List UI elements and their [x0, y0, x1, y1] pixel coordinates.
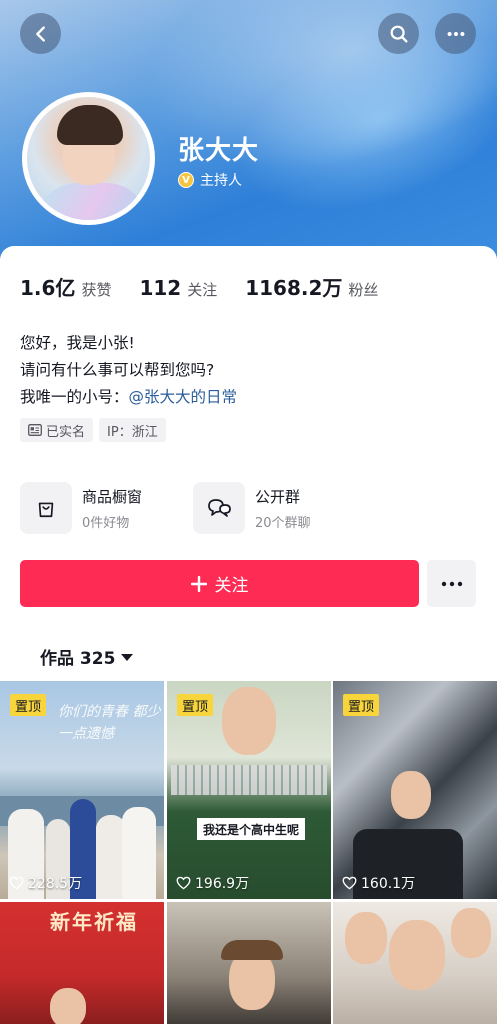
video-tile[interactable]: 置顶 160.1万: [333, 681, 497, 899]
likes-count: 196.9万: [195, 876, 250, 892]
shop-window-entry[interactable]: 商品橱窗 0件好物: [20, 482, 142, 534]
more-horizontal-icon: [441, 581, 462, 586]
back-button[interactable]: [20, 13, 61, 54]
bio-line: 请问有什么事可以帮到您吗?: [20, 361, 215, 379]
following-count[interactable]: 112: [139, 276, 181, 300]
verified-badge-icon: V: [178, 172, 194, 188]
ip-location-tag: IP：浙江: [99, 418, 166, 442]
profile-tags: 已实名 IP：浙江: [20, 418, 166, 442]
id-card-icon: [28, 424, 42, 436]
bio-prefix: 我唯一的小号：: [20, 388, 129, 406]
video-overlay-text: 新年祈福: [50, 910, 138, 934]
chat-bubbles-icon: [208, 499, 231, 517]
likes-count: 160.1万: [361, 876, 416, 892]
heart-icon: [9, 876, 24, 890]
shortcut-subtitle: 0件好物: [82, 515, 130, 531]
followers-count[interactable]: 1168.2万: [245, 272, 342, 301]
profile-bio: 您好，我是小张! 请问有什么事可以帮到您吗? 我唯一的小号：@张大大的日常: [20, 330, 237, 411]
video-overlay-text: 你们的青春 都少一点遗憾: [58, 704, 161, 742]
video-likes: 196.9万: [176, 873, 249, 893]
plus-icon: [190, 575, 207, 592]
tag-label: 已实名: [46, 424, 86, 440]
public-group-entry[interactable]: 公开群 20个群聊: [193, 482, 311, 534]
profile-role: V 主持人: [178, 170, 242, 190]
more-options-button[interactable]: [435, 13, 476, 54]
shortcut-title: 公开群: [255, 487, 301, 506]
video-likes: 228.5万: [9, 873, 82, 893]
profile-name: 张大大: [178, 136, 260, 166]
chevron-left-icon: [35, 25, 45, 42]
bio-line: 您好，我是小张!: [20, 334, 135, 352]
video-likes: 160.1万: [342, 873, 415, 893]
avatar-photo: [27, 97, 150, 220]
search-button[interactable]: [378, 13, 419, 54]
video-tile[interactable]: [167, 902, 331, 1024]
verified-tag: 已实名: [20, 418, 94, 442]
bio-line: 我唯一的小号：@张大大的日常: [20, 384, 237, 411]
works-label: 作品 325: [40, 649, 116, 669]
search-icon: [390, 25, 408, 43]
mention-link[interactable]: @张大大的日常: [129, 388, 238, 406]
video-overlay-text: 我还是个高中生呢: [197, 818, 306, 840]
pinned-badge: 置顶: [343, 694, 380, 716]
video-tile[interactable]: 你们的青春 都少一点遗憾 置顶 228.5万: [0, 681, 164, 899]
role-label: 主持人: [200, 173, 242, 189]
likes-count: 228.5万: [28, 876, 83, 892]
caret-down-icon: [121, 654, 134, 661]
profile-stats: 1.6亿 获赞 112 关注 1168.2万 粉丝: [20, 272, 406, 301]
video-tile[interactable]: [333, 902, 497, 1024]
more-actions-button[interactable]: [427, 560, 476, 607]
video-grid: 你们的青春 都少一点遗憾 置顶 228.5万 我还是个高中生呢 置顶 196.9…: [0, 681, 497, 1024]
video-tile[interactable]: 新年祈福: [0, 902, 164, 1024]
likes-count[interactable]: 1.6亿: [20, 272, 75, 301]
follow-label: 关注: [214, 576, 249, 596]
video-tile[interactable]: 我还是个高中生呢 置顶 196.9万: [167, 681, 331, 899]
following-label: 关注: [187, 281, 218, 299]
avatar[interactable]: [22, 92, 155, 225]
heart-icon: [176, 876, 191, 890]
pinned-badge: 置顶: [177, 694, 214, 716]
shortcut-subtitle: 20个群聊: [255, 515, 311, 531]
follow-button[interactable]: 关注: [20, 560, 419, 607]
heart-icon: [342, 876, 357, 890]
pinned-badge: 置顶: [10, 694, 47, 716]
shortcut-title: 商品橱窗: [82, 487, 143, 506]
more-horizontal-icon: [447, 31, 464, 36]
likes-label: 获赞: [81, 281, 112, 299]
tag-label: IP：浙江: [107, 424, 158, 440]
followers-label: 粉丝: [348, 281, 379, 299]
tab-works[interactable]: 作品 325: [40, 644, 134, 669]
shopping-bag-icon: [38, 502, 54, 518]
